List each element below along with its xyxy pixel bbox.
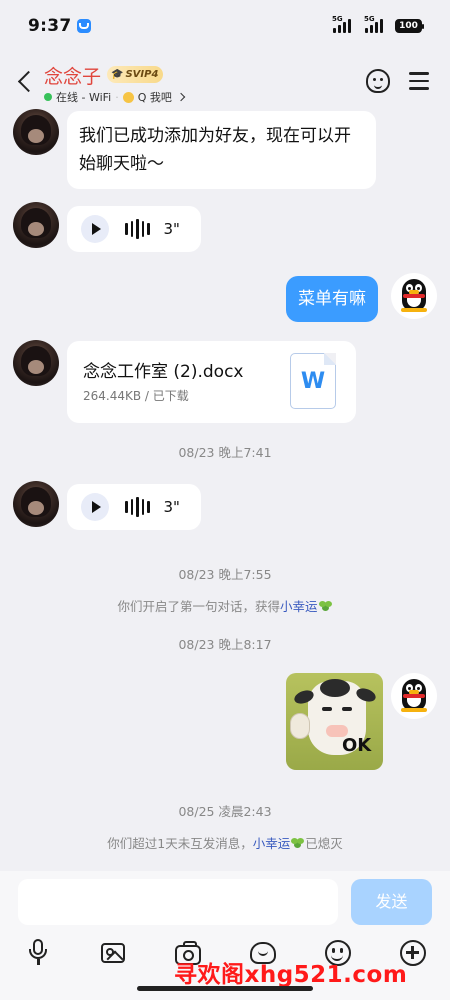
- menu-icon: [409, 72, 429, 75]
- status-indicators: 5G 5G 100: [332, 15, 424, 33]
- contact-avatar[interactable]: [13, 340, 59, 386]
- voice-duration: 3": [163, 498, 180, 516]
- qq-penguin-icon: [401, 679, 427, 713]
- menu-button[interactable]: [404, 66, 434, 96]
- voice-duration: 3": [163, 220, 180, 238]
- ok-hand-icon: [290, 713, 310, 739]
- play-icon[interactable]: [81, 215, 109, 243]
- face-icon: [366, 69, 390, 93]
- svip-badge[interactable]: 🎓 SVIP4: [107, 66, 164, 83]
- timestamp: 08/23 晚上7:41: [178, 445, 272, 460]
- notification-app-icon: [77, 19, 92, 33]
- timestamp: 08/25 凌晨2:43: [178, 804, 272, 819]
- file-name: 念念工作室 (2).docx: [83, 362, 244, 382]
- signal-icon: 5G: [332, 15, 351, 33]
- system-message: 你们开启了第一句对话，获得小幸运: [0, 596, 450, 615]
- message-input[interactable]: [18, 879, 338, 925]
- sent-text-bubble[interactable]: 菜单有嘛: [286, 276, 378, 322]
- home-indicator[interactable]: [137, 986, 313, 991]
- status-bar: 9:37 5G 5G 100: [0, 0, 450, 52]
- online-status-text: 在线 - WiFi: [56, 91, 112, 104]
- contact-avatar[interactable]: [13, 481, 59, 527]
- message-text: 菜单有嘛: [298, 289, 366, 309]
- signal-icon: 5G: [364, 15, 383, 33]
- play-icon[interactable]: [81, 493, 109, 521]
- word-document-icon: W: [290, 353, 336, 409]
- timestamp: 08/23 晚上7:55: [178, 567, 272, 582]
- audio-wave-icon: [125, 219, 150, 239]
- qq-penguin-icon: [401, 279, 427, 313]
- lucky-link[interactable]: 小幸运: [253, 836, 291, 851]
- qq-me-text: Q 我吧: [137, 91, 172, 104]
- clover-icon: [291, 837, 305, 849]
- voice-message-bubble[interactable]: 3": [67, 206, 201, 252]
- sticker-text: OK: [342, 735, 372, 756]
- svip-crown-icon: 🎓: [111, 69, 124, 80]
- timestamp: 08/23 晚上8:17: [178, 637, 272, 652]
- watermark: 寻欢阁xhg521.com: [174, 962, 408, 988]
- my-avatar[interactable]: [391, 673, 437, 719]
- network-type-label: 5G: [332, 15, 343, 23]
- lucky-link[interactable]: 小幸运: [280, 599, 318, 614]
- battery-icon: 100: [395, 19, 424, 33]
- network-type-label: 5G: [364, 15, 375, 23]
- audio-wave-icon: [125, 497, 150, 517]
- received-text-bubble[interactable]: 我们已成功添加为好友，现在可以开始聊天啦～: [67, 111, 376, 189]
- file-message-bubble[interactable]: 念念工作室 (2).docx 264.44KB / 已下载 W: [67, 341, 356, 423]
- chevron-right-icon: [176, 92, 186, 102]
- mic-icon[interactable]: [22, 937, 54, 969]
- svip-label: SVIP4: [125, 69, 159, 80]
- contact-name[interactable]: 念念子: [44, 62, 101, 89]
- system-message: 你们超过1天未互发消息，小幸运 已熄灭: [107, 836, 343, 851]
- chat-fun-button[interactable]: [363, 66, 393, 96]
- online-status-line[interactable]: 在线 - WiFi · Q 我吧: [44, 89, 186, 105]
- online-dot-icon: [44, 93, 52, 101]
- file-meta: 264.44KB / 已下载: [83, 389, 189, 403]
- smile-icon: [122, 91, 134, 103]
- image-icon[interactable]: [97, 937, 129, 969]
- status-time: 9:37: [28, 16, 72, 36]
- message-text: 我们已成功添加为好友，现在可以开始聊天啦～: [79, 126, 351, 174]
- chat-header: 念念子 🎓 SVIP4 在线 - WiFi · Q 我吧: [0, 52, 450, 110]
- clover-icon: [318, 600, 333, 612]
- back-button[interactable]: [12, 64, 38, 98]
- voice-message-bubble[interactable]: 3": [67, 484, 201, 530]
- sticker-message[interactable]: OK: [286, 673, 383, 770]
- contact-avatar[interactable]: [13, 109, 59, 155]
- contact-avatar[interactable]: [13, 202, 59, 248]
- my-avatar[interactable]: [391, 273, 437, 319]
- send-button[interactable]: 发送: [351, 879, 432, 925]
